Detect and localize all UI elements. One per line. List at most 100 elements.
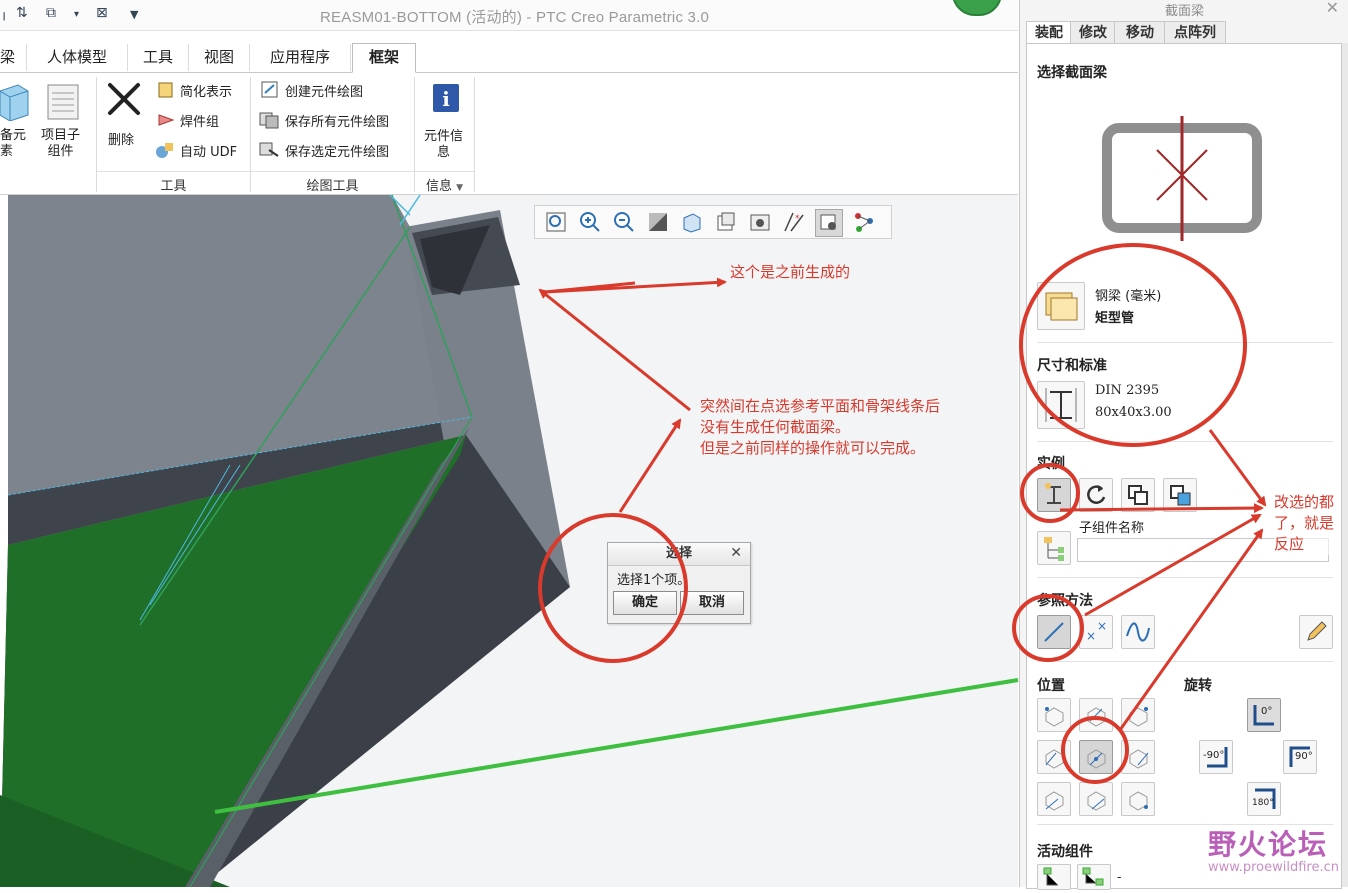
view-manager-icon[interactable] bbox=[747, 209, 773, 235]
delete-icon[interactable] bbox=[106, 81, 142, 117]
project-subassembly-button[interactable]: 项目子 组件 bbox=[41, 128, 80, 160]
position-bottom-center-button[interactable] bbox=[1079, 782, 1113, 816]
copy-instance-button[interactable] bbox=[1121, 478, 1155, 512]
tab-tools[interactable]: 工具 bbox=[128, 44, 189, 71]
position-bottom-left-button[interactable] bbox=[1037, 782, 1071, 816]
cancel-button[interactable]: 取消 bbox=[680, 591, 744, 615]
ref-method-curve-button[interactable] bbox=[1121, 615, 1155, 649]
position-center-button[interactable] bbox=[1079, 740, 1113, 774]
simplified-rep-icon bbox=[158, 82, 173, 98]
svg-text:i: i bbox=[442, 87, 450, 111]
rotate-0-button[interactable]: 0° bbox=[1247, 698, 1281, 732]
beam-family: 钢梁 (毫米) bbox=[1095, 289, 1162, 304]
auto-udf-button[interactable]: 自动 UDF bbox=[180, 141, 237, 160]
save-selected-drawings-button[interactable]: 保存选定元件绘图 bbox=[285, 141, 389, 160]
group-label-drawing-tools: 绘图工具 bbox=[251, 171, 414, 194]
refit-icon[interactable] bbox=[543, 209, 569, 235]
select-dialog-title: 选择 bbox=[608, 543, 750, 566]
new-instance-button[interactable] bbox=[1037, 478, 1071, 512]
i-beam-icon bbox=[1045, 388, 1077, 422]
graphics-window[interactable]: * bbox=[0, 195, 1018, 887]
tab-applications[interactable]: 应用程序 bbox=[250, 44, 351, 71]
zoom-in-icon[interactable] bbox=[577, 209, 603, 235]
tab-assemble[interactable]: 装配 bbox=[1026, 21, 1072, 45]
ok-button[interactable]: 确定 bbox=[613, 591, 677, 615]
window-icon[interactable]: ⧉ bbox=[46, 5, 56, 21]
tab-manikin[interactable]: 人体模型 bbox=[27, 44, 128, 71]
close-icon[interactable]: ✕ bbox=[730, 545, 742, 561]
repeat-button[interactable] bbox=[1079, 478, 1113, 512]
tab-move[interactable]: 移动 bbox=[1114, 21, 1166, 45]
beam-model-graphics[interactable] bbox=[0, 195, 1018, 887]
panel-scrollbar[interactable] bbox=[1342, 43, 1348, 887]
project-subassembly-icon[interactable] bbox=[44, 81, 84, 121]
component-info-button[interactable]: 元件信 息 bbox=[424, 129, 463, 161]
display-style-icon[interactable] bbox=[679, 209, 705, 235]
replace-instance-button[interactable] bbox=[1163, 478, 1197, 512]
position-mid-left-button[interactable] bbox=[1037, 740, 1071, 774]
datum-display-icon[interactable]: * bbox=[781, 209, 807, 235]
simplified-rep-button[interactable]: 简化表示 bbox=[180, 81, 232, 100]
beam-library-button[interactable] bbox=[1037, 282, 1085, 330]
create-drawing-button[interactable]: 创建元件绘图 bbox=[285, 81, 363, 100]
annotation-display-icon[interactable] bbox=[815, 209, 843, 237]
position-top-right-button[interactable] bbox=[1121, 698, 1155, 732]
rotate-minus-90-button[interactable]: -90° bbox=[1199, 740, 1233, 774]
delete-button[interactable]: 删除 bbox=[108, 129, 134, 148]
position-top-left-button[interactable] bbox=[1037, 698, 1071, 732]
position-icon bbox=[1087, 749, 1106, 769]
prepare-element-icon[interactable] bbox=[0, 81, 30, 121]
svg-text:*: * bbox=[795, 214, 800, 224]
edit-reference-button[interactable] bbox=[1299, 615, 1333, 649]
edit-icon bbox=[1307, 621, 1327, 641]
group-label-tools: 工具 bbox=[97, 171, 250, 194]
close-window-icon[interactable]: ⊠ bbox=[96, 5, 108, 21]
position-mid-right-button[interactable] bbox=[1121, 740, 1155, 774]
dropdown-icon[interactable]: ▾ bbox=[74, 9, 79, 20]
spin-center-icon[interactable] bbox=[851, 209, 877, 235]
tree-icon bbox=[1044, 537, 1064, 561]
new-instance-icon bbox=[1045, 483, 1061, 504]
line-icon bbox=[1044, 622, 1064, 642]
tab-framework[interactable]: 框架 bbox=[352, 43, 416, 73]
regenerate-icon[interactable]: ⇅ bbox=[16, 5, 28, 21]
ref-method-line-button[interactable] bbox=[1037, 615, 1071, 649]
tab-view[interactable]: 视图 bbox=[189, 44, 250, 71]
tab-beam[interactable]: 梁 bbox=[0, 44, 27, 71]
weld-group-button[interactable]: 焊件组 bbox=[180, 111, 219, 130]
subasm-tree-button[interactable] bbox=[1037, 531, 1071, 565]
help-center-button[interactable] bbox=[952, 0, 1002, 16]
info-icon[interactable]: i bbox=[432, 83, 460, 113]
active-component-tree-button[interactable] bbox=[1037, 864, 1071, 890]
replace-icon bbox=[1170, 485, 1191, 506]
quick-access-icon[interactable]: ╷ bbox=[0, 5, 8, 21]
rotate-180-button[interactable]: 180° bbox=[1247, 782, 1281, 816]
close-icon[interactable]: ✕ bbox=[1326, 0, 1339, 17]
size-standard-button[interactable] bbox=[1037, 381, 1085, 429]
size-value: 80x40x3.00 bbox=[1095, 405, 1172, 420]
group-label-info[interactable]: 信息 ▼ bbox=[415, 171, 474, 194]
tab-point-pattern[interactable]: 点阵列 bbox=[1164, 21, 1226, 45]
tab-modify[interactable]: 修改 bbox=[1070, 21, 1116, 45]
repaint-icon[interactable] bbox=[645, 209, 671, 235]
select-dialog-message: 选择1个项。 bbox=[617, 573, 691, 588]
position-bottom-right-button[interactable] bbox=[1121, 782, 1155, 816]
panel-body: 选择截面梁 钢梁 (毫米) 矩型管 尺寸和标准 DIN 2395 80x40x3… bbox=[1026, 43, 1342, 890]
saved-orientations-icon[interactable] bbox=[713, 209, 739, 235]
position-top-center-button[interactable] bbox=[1079, 698, 1113, 732]
select-dialog[interactable]: 选择 ✕ 选择1个项。 确定 取消 bbox=[607, 542, 751, 624]
prepare-element-button[interactable]: 备元 素 bbox=[0, 128, 26, 160]
curve-icon bbox=[1126, 622, 1150, 642]
beam-type: 矩型管 bbox=[1095, 311, 1135, 326]
save-all-drawings-button[interactable]: 保存所有元件绘图 bbox=[285, 111, 389, 130]
zoom-out-icon[interactable] bbox=[611, 209, 637, 235]
ribbon-tabs: 梁 人体模型 工具 视图 应用程序 框架 bbox=[0, 43, 1018, 73]
save-all-drawings-icon bbox=[259, 112, 279, 129]
annotation-note-problem: 突然间在点选参考平面和骨架线条后 没有生成任何截面梁。 但是之前同样的操作就可以… bbox=[700, 397, 941, 457]
position-icon bbox=[1045, 707, 1064, 727]
ribbon: 备元 素 项目子 组件 删除 简化表示 焊件组 自动 UDF 创建元件绘图 保存… bbox=[0, 73, 1018, 195]
customize-toolbar-icon[interactable]: ▼ bbox=[130, 8, 138, 21]
active-component-add-button[interactable] bbox=[1077, 864, 1111, 890]
ref-method-points-button[interactable]: × × bbox=[1079, 615, 1113, 649]
rotate-90-button[interactable]: 90° bbox=[1283, 740, 1317, 774]
